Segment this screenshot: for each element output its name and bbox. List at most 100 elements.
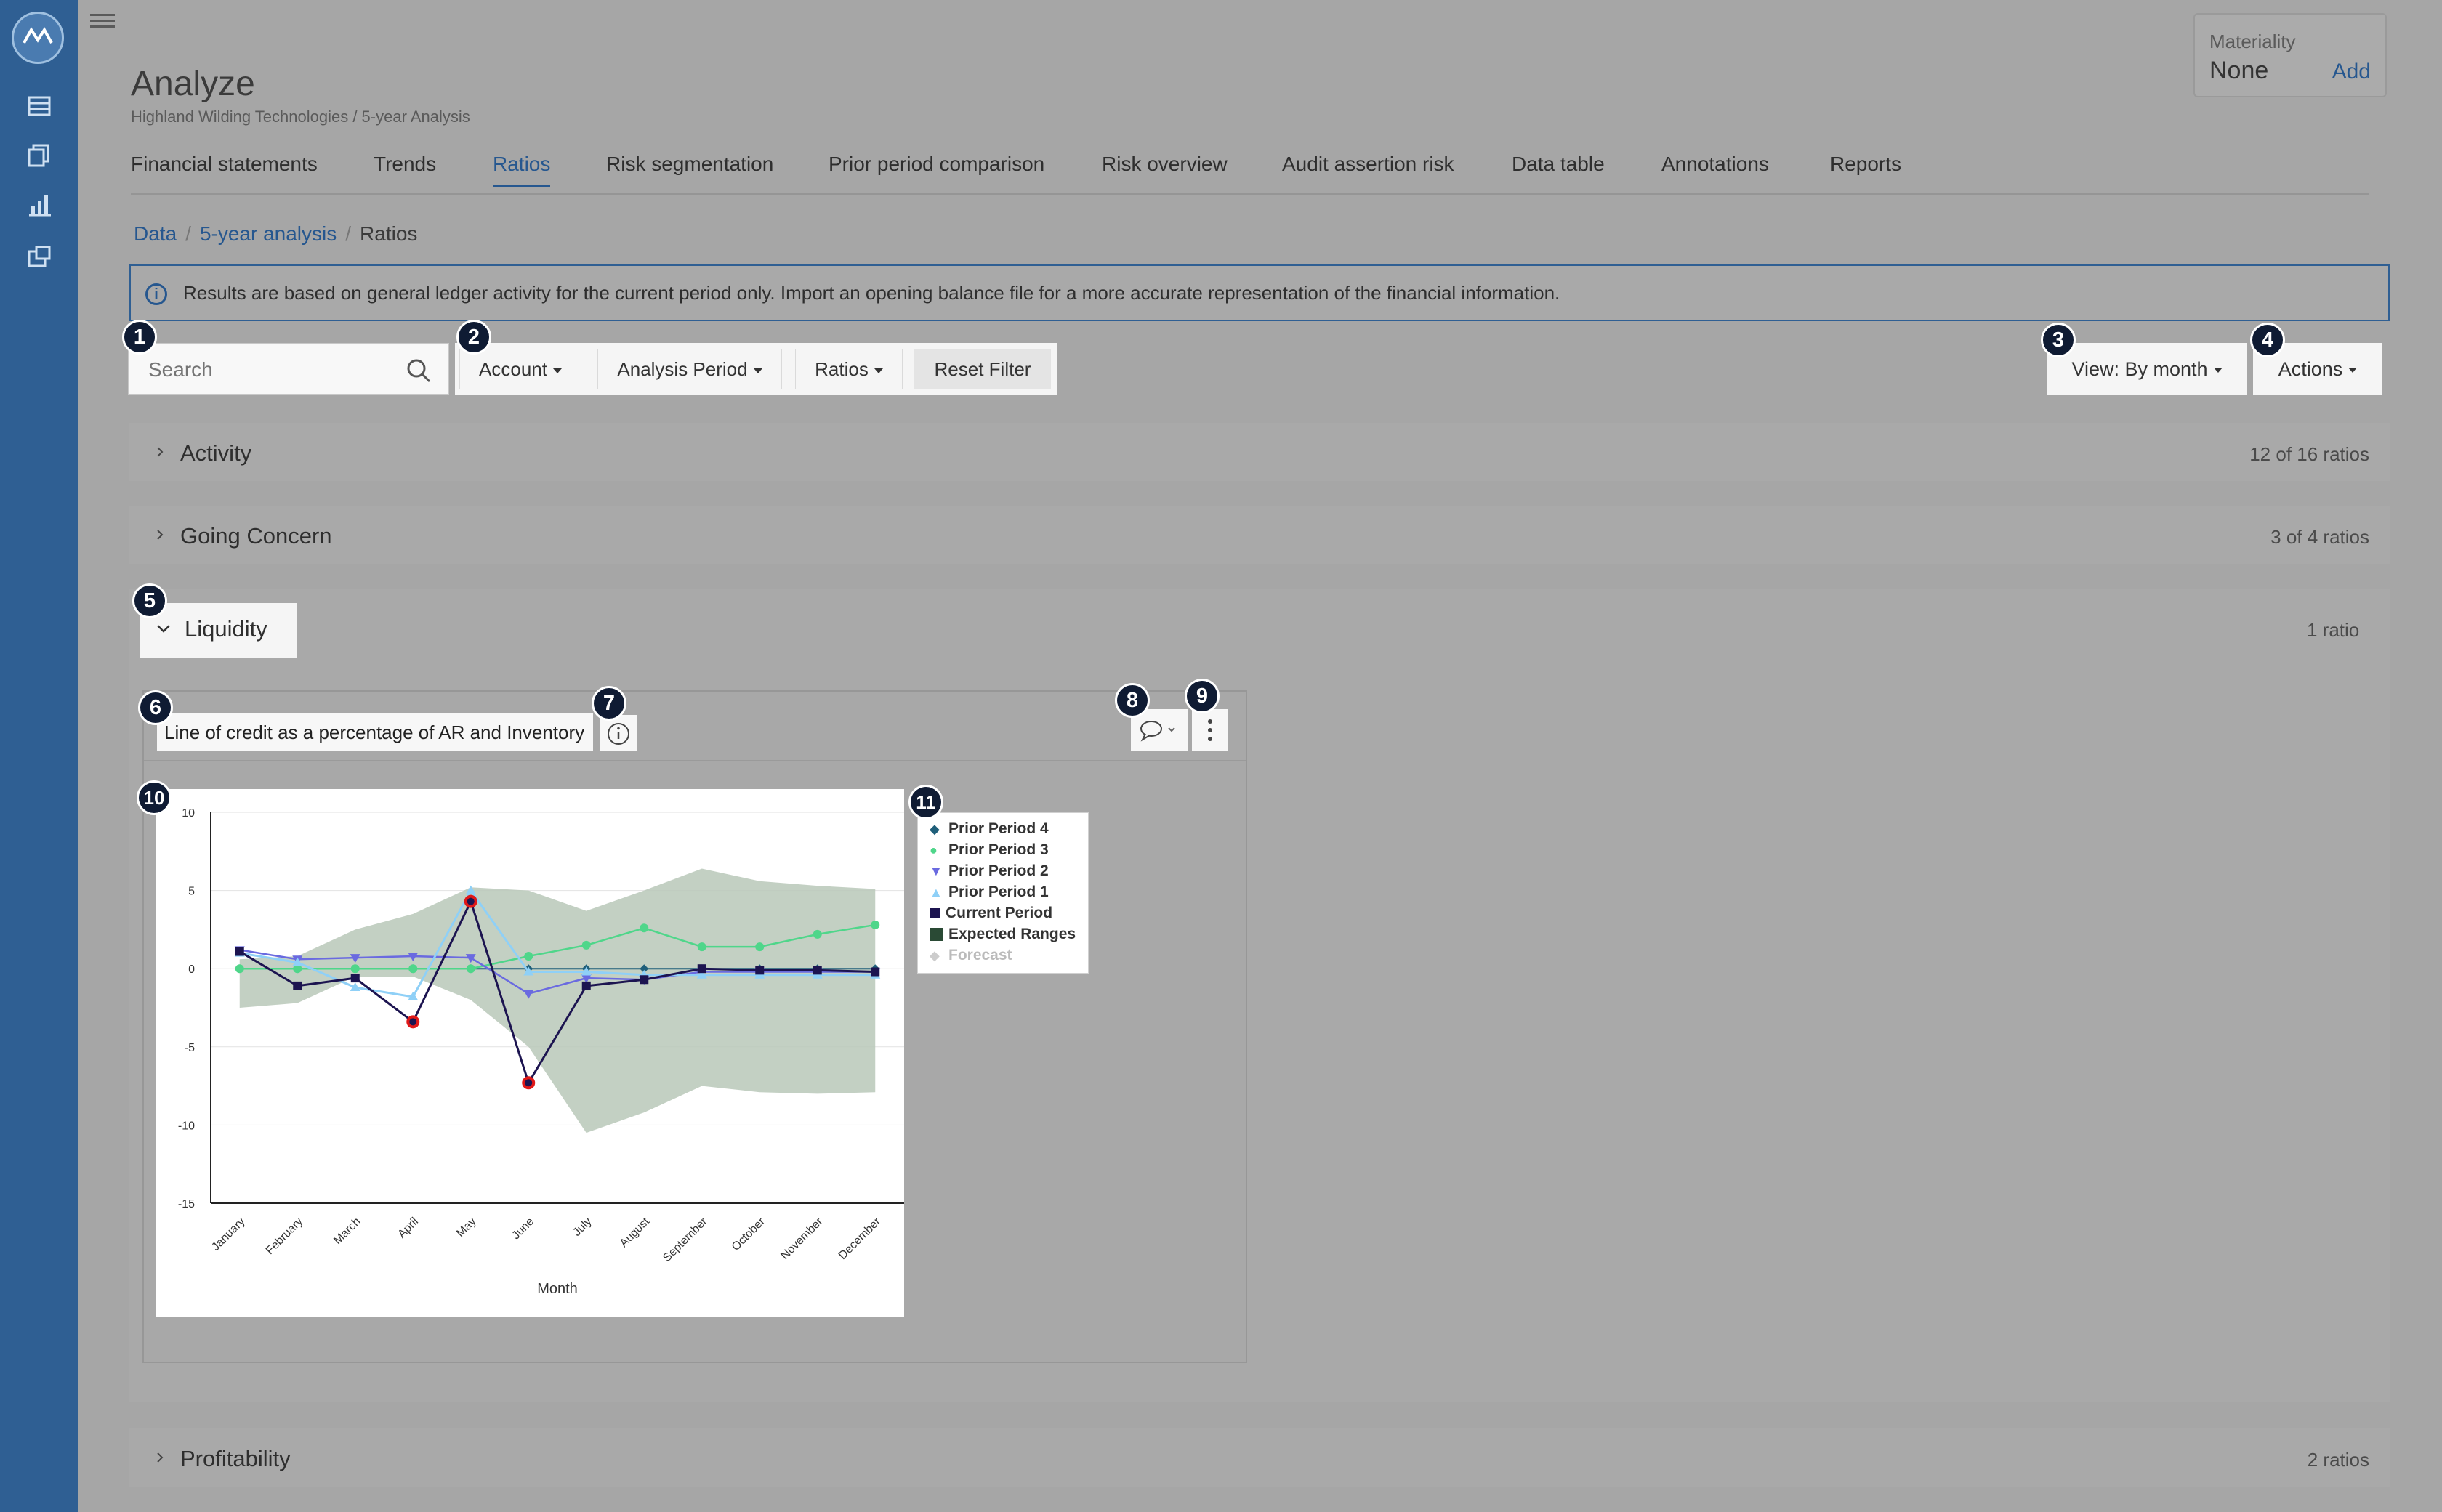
chevron-right-icon <box>157 1452 164 1463</box>
section-profitability-title: Profitability <box>180 1446 291 1471</box>
tab-data-table[interactable]: Data table <box>1512 153 1605 176</box>
search-input[interactable] <box>147 356 382 384</box>
legend-label: Prior Period 4 <box>948 820 1049 837</box>
ratios-filter-label: Ratios <box>815 358 869 380</box>
account-filter-button[interactable]: Account <box>459 349 581 389</box>
x-tick-label: March <box>331 1216 363 1247</box>
x-tick-label: April <box>395 1216 421 1241</box>
legend-item[interactable]: Current Period <box>930 905 1052 923</box>
app-logo-icon[interactable] <box>12 12 64 64</box>
section-profitability[interactable]: Profitability 2 ratios <box>129 1428 2390 1487</box>
data-point <box>350 974 360 983</box>
tab-trends[interactable]: Trends <box>374 153 436 176</box>
analyze-nav-icon[interactable] <box>25 192 54 218</box>
documents-nav-icon[interactable] <box>25 142 54 169</box>
x-tick-label: October <box>730 1215 768 1253</box>
x-tick-label: June <box>510 1216 537 1242</box>
materiality-panel: Materiality None Add <box>2193 13 2387 97</box>
legend-item[interactable]: Expected Ranges <box>930 926 1076 945</box>
info-banner: i Results are based on general ledger ac… <box>129 264 2390 321</box>
breadcrumb-separator: / <box>345 222 352 245</box>
legend-label: Forecast <box>948 947 1012 963</box>
caret-down-icon <box>2213 368 2223 373</box>
legend-item[interactable]: ● Prior Period 3 <box>930 841 1049 860</box>
caret-down-icon <box>753 368 762 373</box>
x-tick-label: September <box>661 1215 710 1264</box>
actions-label: Actions <box>2278 358 2343 380</box>
outlier-point <box>467 897 475 905</box>
section-activity[interactable]: Activity 12 of 16 ratios <box>129 423 2390 481</box>
page-title: Analyze <box>131 65 255 103</box>
breadcrumb-data[interactable]: Data <box>134 222 177 245</box>
view-mode-button[interactable]: View: By month <box>2047 343 2247 395</box>
search-box <box>128 343 449 395</box>
callout-badge-11: 11 <box>908 785 943 820</box>
ratio-card-title: Line of credit as a percentage of AR and… <box>157 713 593 751</box>
x-tick-label: May <box>454 1216 478 1240</box>
tab-risk-overview[interactable]: Risk overview <box>1102 153 1228 176</box>
chart-svg: 10 5 0 -5 -10 -15 January February March April May… <box>178 807 904 1297</box>
legend-item[interactable]: ▼ Prior Period 2 <box>930 862 1049 881</box>
menu-icon[interactable] <box>90 10 115 32</box>
kebab-menu-icon <box>1208 719 1212 741</box>
tab-ratios[interactable]: Ratios <box>493 153 551 187</box>
more-options-button[interactable] <box>1192 709 1228 751</box>
section-going-concern[interactable]: Going Concern 3 of 4 ratios <box>129 506 2390 564</box>
materiality-value: None <box>2209 57 2269 84</box>
breadcrumb-current: Ratios <box>360 222 418 245</box>
legend-item[interactable]: ▲ Prior Period 1 <box>930 884 1049 902</box>
tab-reports[interactable]: Reports <box>1830 153 1901 176</box>
data-point <box>293 981 302 990</box>
tab-annotations[interactable]: Annotations <box>1661 153 1769 176</box>
y-tick-label: 5 <box>188 886 195 898</box>
chevron-right-icon <box>157 447 164 457</box>
outlier-point <box>409 1018 417 1026</box>
chevron-down-icon <box>157 625 170 633</box>
data-point <box>235 964 244 974</box>
materiality-add-link[interactable]: Add <box>2332 60 2371 84</box>
analysis-period-filter-button[interactable]: Analysis Period <box>597 349 782 389</box>
reports-nav-icon[interactable] <box>25 244 54 270</box>
breadcrumb-separator: / <box>185 222 191 245</box>
data-point <box>697 964 706 974</box>
reset-filter-button[interactable]: Reset Filter <box>914 349 1051 389</box>
x-tick-label: August <box>618 1215 653 1250</box>
legend-label: Prior Period 1 <box>948 884 1049 900</box>
data-point <box>813 966 822 975</box>
callout-badge-3: 3 <box>2041 323 2076 357</box>
info-banner-text: Results are based on general ledger acti… <box>183 282 1560 304</box>
tab-prior-period-comparison[interactable]: Prior period comparison <box>829 153 1044 176</box>
section-liquidity-title: Liquidity <box>185 616 267 642</box>
data-point <box>466 964 475 974</box>
search-icon[interactable] <box>406 357 432 384</box>
legend-item[interactable]: ◆ Prior Period 4 <box>930 820 1049 839</box>
ratios-filter-button[interactable]: Ratios <box>795 349 903 389</box>
card-divider <box>144 760 1246 761</box>
account-filter-label: Account <box>479 358 547 380</box>
legend-label: Expected Ranges <box>948 926 1076 942</box>
section-going-concern-title: Going Concern <box>180 523 332 549</box>
tab-audit-assertion-risk[interactable]: Audit assertion risk <box>1282 153 1454 176</box>
y-tick-label: -10 <box>178 1120 195 1132</box>
section-liquidity-count: 1 ratio <box>2307 619 2360 641</box>
callout-badge-5: 5 <box>132 583 167 618</box>
chart-legend: ◆ Prior Period 4 ● Prior Period 3 ▼ Prior P… <box>917 812 1089 974</box>
data-point <box>235 947 244 956</box>
x-tick-label: November <box>778 1215 826 1262</box>
data-point <box>581 940 591 950</box>
data-point <box>640 923 649 933</box>
materiality-label: Materiality <box>2209 31 2296 52</box>
breadcrumb-5-year-analysis[interactable]: 5-year analysis <box>200 222 337 245</box>
tab-risk-segmentation[interactable]: Risk segmentation <box>606 153 773 176</box>
caret-down-icon <box>552 368 562 373</box>
legend-label: Current Period <box>946 905 1053 921</box>
legend-item[interactable]: ◆ Forecast <box>930 947 1012 966</box>
tab-financial-statements[interactable]: Financial statements <box>131 153 318 176</box>
data-point <box>871 920 880 929</box>
data-nav-icon[interactable] <box>25 93 54 119</box>
info-icon: i <box>145 283 167 305</box>
outlier-point <box>525 1079 533 1087</box>
analysis-tabs: Financial statements Trends Ratios Risk … <box>131 150 2369 195</box>
callout-badge-10: 10 <box>137 780 172 815</box>
data-point <box>697 942 706 952</box>
